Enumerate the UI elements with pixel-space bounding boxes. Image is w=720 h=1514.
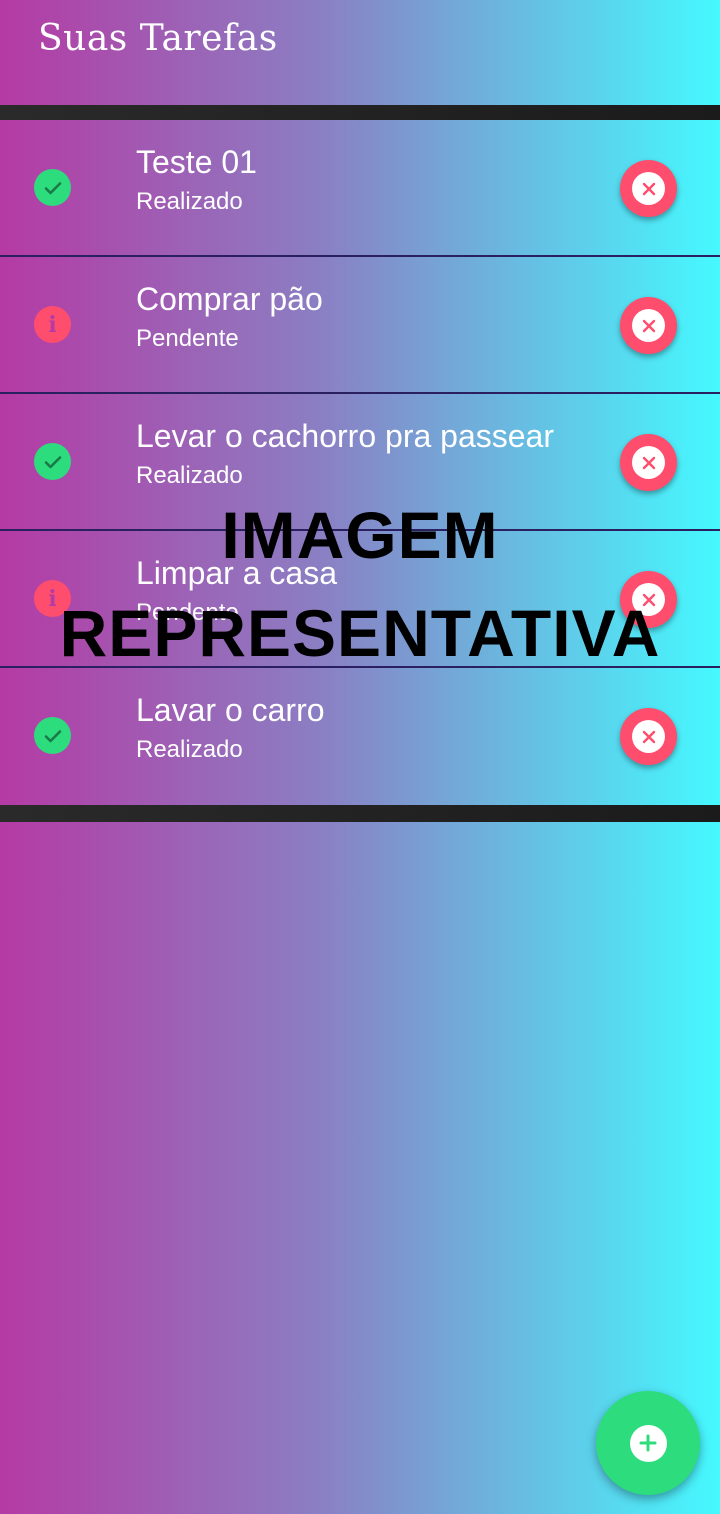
- task-status: Pendente: [136, 599, 239, 626]
- top-divider: [0, 105, 720, 120]
- add-circle-icon: [629, 1424, 667, 1462]
- close-circle-icon: [632, 446, 665, 479]
- task-title: Teste 01: [136, 144, 257, 180]
- task-title: Limpar a casa: [136, 555, 337, 591]
- delete-task-button[interactable]: [620, 160, 677, 217]
- close-circle-icon: [632, 720, 665, 753]
- check-circle-icon[interactable]: [34, 443, 71, 480]
- check-circle-icon[interactable]: [34, 169, 71, 206]
- task-row[interactable]: Teste 01 Realizado: [0, 120, 720, 257]
- task-status: Realizado: [136, 736, 243, 763]
- task-row[interactable]: Levar o cachorro pra passear Realizado: [0, 394, 720, 531]
- task-row[interactable]: i Limpar a casa Pendente: [0, 531, 720, 668]
- task-title: Comprar pão: [136, 281, 323, 317]
- delete-task-button[interactable]: [620, 708, 677, 765]
- add-task-button[interactable]: [596, 1391, 700, 1495]
- page-title: Suas Tarefas: [38, 18, 278, 59]
- app-bar: Suas Tarefas: [0, 0, 720, 105]
- task-status: Realizado: [136, 462, 243, 489]
- task-status: Pendente: [136, 325, 239, 352]
- close-circle-icon: [632, 309, 665, 342]
- delete-task-button[interactable]: [620, 434, 677, 491]
- bottom-divider: [0, 805, 720, 822]
- task-status: Realizado: [136, 188, 243, 215]
- close-circle-icon: [632, 172, 665, 205]
- task-row[interactable]: i Comprar pão Pendente: [0, 257, 720, 394]
- task-title: Levar o cachorro pra passear: [136, 418, 554, 454]
- close-circle-icon: [632, 583, 665, 616]
- task-list: Teste 01 Realizado i Comprar pão Pendent…: [0, 120, 720, 805]
- delete-task-button[interactable]: [620, 571, 677, 628]
- info-circle-icon[interactable]: i: [34, 306, 71, 343]
- delete-task-button[interactable]: [620, 297, 677, 354]
- check-circle-icon[interactable]: [34, 717, 71, 754]
- info-circle-icon[interactable]: i: [34, 580, 71, 617]
- task-title: Lavar o carro: [136, 692, 325, 728]
- task-row[interactable]: Lavar o carro Realizado: [0, 668, 720, 805]
